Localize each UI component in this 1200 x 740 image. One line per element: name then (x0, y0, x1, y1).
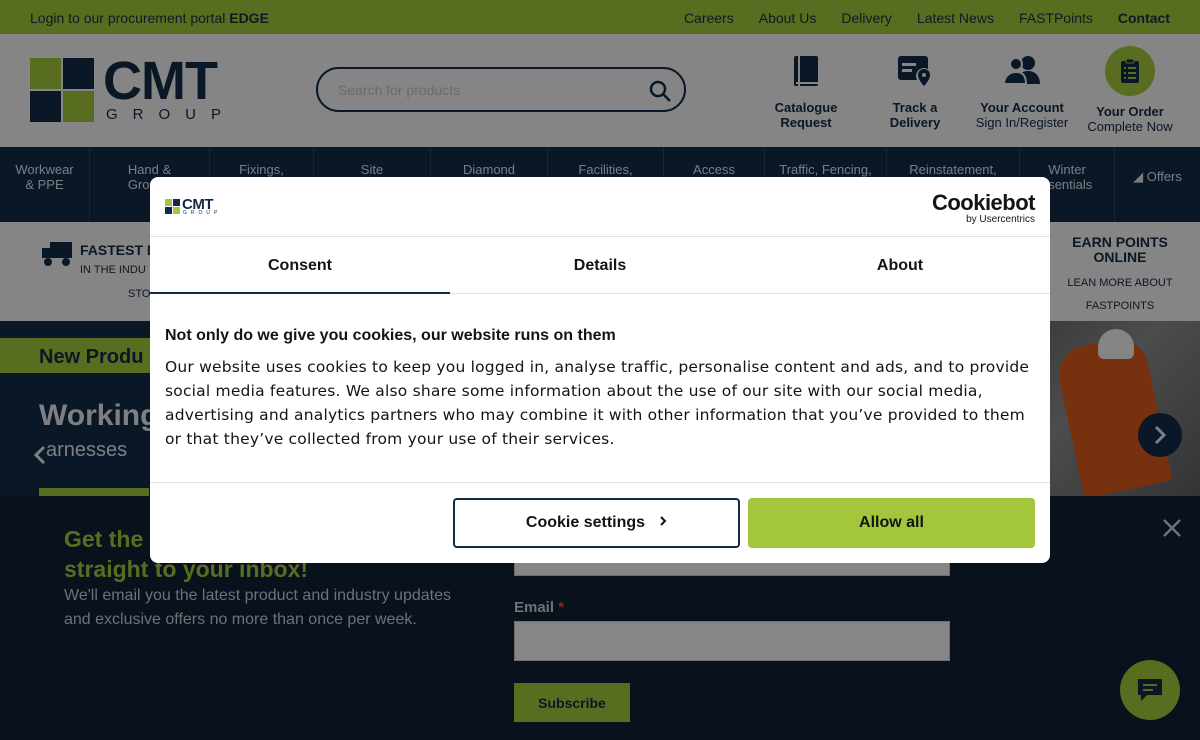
tab-consent[interactable]: Consent (150, 237, 450, 294)
cookiebot-brand: Cookiebot (931, 190, 1036, 215)
allow-all-button[interactable]: Allow all (748, 498, 1035, 548)
cookie-body: Not only do we give you cookies, our web… (165, 327, 1035, 451)
tab-about[interactable]: About (750, 237, 1050, 293)
dialog-logo-sub: GROUP (183, 210, 222, 216)
cookiebot-by: by Usercentrics (966, 214, 1035, 225)
cookie-consent-dialog: CMT GROUP Cookiebot by Usercentrics Cons… (150, 177, 1050, 563)
chevron-right-icon (659, 514, 667, 532)
cookie-settings-button[interactable]: Cookie settings (453, 498, 740, 548)
cookie-text: Our website uses cookies to keep you log… (165, 358, 1030, 448)
footer-divider (150, 482, 1050, 483)
tab-details[interactable]: Details (450, 237, 750, 293)
cookie-tabs: Consent Details About (150, 237, 1050, 294)
cookiebot-logo[interactable]: Cookiebot by Usercentrics (931, 190, 1036, 225)
cookie-heading: Not only do we give you cookies, our web… (165, 327, 616, 344)
dialog-cmt-logo: CMT GROUP (165, 196, 225, 216)
cookie-settings-label: Cookie settings (525, 514, 646, 531)
cookie-dialog-header: CMT GROUP Cookiebot by Usercentrics (150, 177, 1050, 237)
